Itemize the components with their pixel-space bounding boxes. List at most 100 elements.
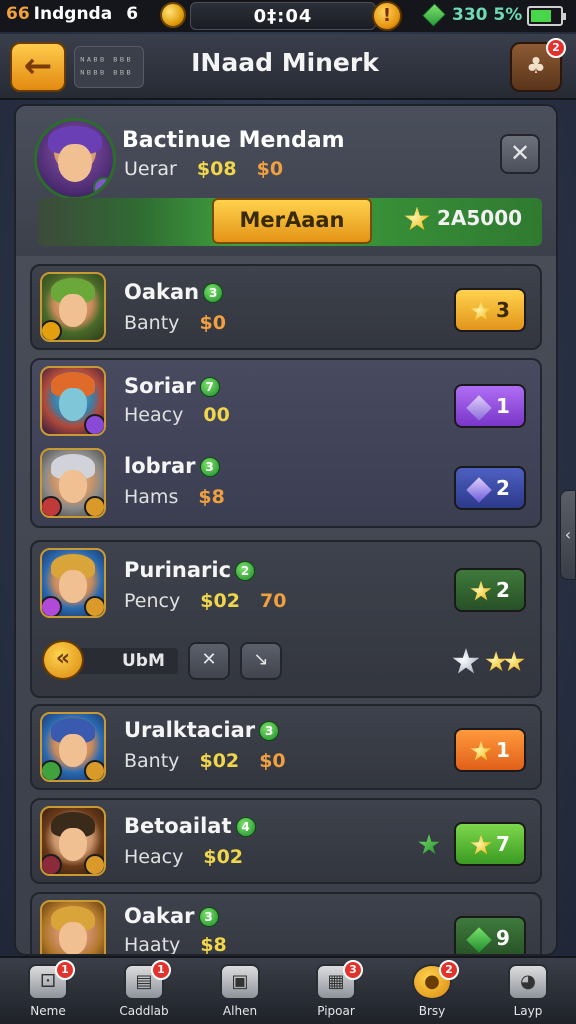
character-avatar — [40, 366, 106, 436]
close-button[interactable]: ✕ — [500, 134, 540, 174]
hero-card: Bactinue Mendam Uerar $08 $0 ✕ MerAaan 2… — [16, 106, 556, 256]
nav-label: Brsy — [418, 1004, 446, 1018]
character-name: Purinaric 2 — [124, 558, 256, 582]
rank-value: 9 — [496, 926, 510, 950]
rank-button[interactable]: 1 — [454, 384, 526, 428]
side-expand-handle[interactable]: ‹ — [560, 490, 576, 580]
character-avatar — [40, 806, 106, 876]
nav-badge: 1 — [151, 960, 171, 980]
gift-icon: ♣ — [526, 54, 546, 79]
rank-button[interactable]: 7 — [454, 822, 526, 866]
character-name: Oakar 3 — [124, 904, 219, 928]
nav-label: Caddlab — [119, 1004, 169, 1018]
battery-icon — [527, 6, 566, 26]
level-badge: 7 — [199, 377, 220, 397]
stat-value: 70 — [259, 590, 287, 612]
star-icon — [485, 651, 507, 672]
character-name-text: Oakar — [124, 904, 195, 928]
rank-button[interactable]: 1 — [454, 728, 526, 772]
gift-button[interactable]: ♣ 2 — [510, 38, 566, 92]
nav-item-layp[interactable]: ◕ Layp — [480, 958, 576, 1024]
back-button[interactable]: ← — [10, 42, 66, 92]
stat-label: Hams — [124, 486, 179, 508]
character-avatar — [40, 548, 106, 618]
list-item[interactable]: Oakar 3 Haaty $8 9 — [30, 892, 542, 956]
rank-value: 2 — [496, 578, 510, 602]
rank-button[interactable]: 2 — [454, 466, 526, 510]
character-avatar — [40, 448, 106, 518]
star-icon — [470, 300, 492, 321]
hero-score-value: 2A5000 — [436, 206, 523, 230]
character-name-text: Uralktaciar — [124, 718, 256, 742]
app-name: Indgnda — [33, 4, 113, 24]
stat-value-gold: $02 — [199, 750, 240, 772]
character-stats: Banty $0 — [124, 312, 226, 334]
character-stats: Hams $8 — [124, 486, 225, 508]
list-item[interactable]: Purinaric 2 Pency $02 70 2 UbM « ✕ ↘ — [30, 540, 542, 698]
character-name-text: Soriar — [124, 374, 196, 398]
gem-icon — [466, 476, 492, 503]
stat-value-gold: $02 — [203, 846, 244, 868]
action-strip: UbM « ✕ ↘ — [42, 640, 282, 680]
stat-value: $8 — [200, 934, 227, 956]
stat-value: $0 — [199, 312, 226, 334]
level-badge: 3 — [259, 721, 280, 741]
rank-button[interactable]: 3 — [454, 288, 526, 332]
silver-star-icon — [452, 648, 480, 674]
star-icon — [470, 834, 492, 855]
character-avatar — [40, 900, 106, 954]
hero-score: 2A5000 — [404, 206, 522, 233]
hero-stat-value-1: $08 — [196, 158, 237, 180]
stat-label: Heacy — [124, 846, 184, 868]
rank-button[interactable]: 2 — [454, 568, 526, 612]
pin-tool-button[interactable]: ↘ — [240, 642, 282, 680]
rank-value: 7 — [496, 832, 510, 856]
level-badge: 2 — [235, 561, 256, 581]
nav-label: Pipoar — [317, 1004, 355, 1018]
character-stats: Haaty $8 — [124, 934, 227, 956]
status-left: 66 Indgnda 6 — [6, 4, 138, 24]
rank-value: 1 — [496, 394, 510, 418]
star-icon — [470, 580, 492, 601]
level-badge: 3 — [198, 907, 219, 927]
list-item[interactable]: Betoailat 4 Heacy $02 7 — [30, 798, 542, 884]
primary-action-button[interactable]: MerAaan — [212, 198, 372, 244]
cross-tool-button[interactable]: ✕ — [188, 642, 230, 680]
nav-badge: 2 — [439, 960, 459, 980]
stat-label: Haaty — [124, 934, 181, 956]
hero-avatar[interactable] — [34, 118, 116, 200]
stat-value-gold: $02 — [200, 590, 240, 612]
alert-icon[interactable]: ! — [372, 1, 402, 31]
rank-value: 2 — [496, 476, 510, 500]
coin-icon — [160, 2, 186, 28]
stat-label: Banty — [124, 750, 180, 772]
status-tag: 66 — [6, 4, 30, 24]
nav-label: Layp — [513, 1004, 543, 1018]
status-bar: 66 Indgnda 6 0‡:04 ! 330 5% — [0, 0, 576, 32]
character-name-text: lobrar — [124, 454, 196, 478]
action-strip-bar: UbM — [78, 648, 178, 674]
nav-label: Neme — [30, 1004, 66, 1018]
nav-item-pipoar[interactable]: ▦ 3 Pipoar — [288, 958, 384, 1024]
green-star-icon — [418, 834, 440, 855]
list-item[interactable]: Oakan 3 Banty $0 3 — [30, 264, 542, 350]
gem-icon — [466, 394, 492, 421]
rank-button[interactable]: 9 — [454, 916, 526, 954]
battery-text: 330 5% — [452, 5, 523, 25]
nav-item-caddlab[interactable]: ▤ 1 Caddlab — [96, 958, 192, 1024]
box-icon: ▣ — [220, 964, 260, 1000]
nav-label: Alhen — [222, 1004, 258, 1018]
rewind-button[interactable]: « — [42, 640, 84, 680]
list-item[interactable]: Uralktaciar 3 Banty $02 $0 1 — [30, 704, 542, 790]
nav-item-neme[interactable]: ⚀ 1 Neme — [0, 958, 96, 1024]
character-name-text: Betoailat — [124, 814, 232, 838]
character-name: Uralktaciar 3 — [124, 718, 280, 742]
star-icon — [404, 206, 430, 231]
stat-value: $8 — [198, 486, 225, 508]
character-name-text: Purinaric — [124, 558, 232, 582]
nav-item-alhen[interactable]: ▣ Alhen — [192, 958, 288, 1024]
nav-item-brsy[interactable]: ● 2 Brsy — [384, 958, 480, 1024]
page-title: INaad Minerk — [191, 48, 379, 77]
time-display: 0‡:04 — [190, 2, 376, 30]
character-name: Soriar 7 — [124, 374, 220, 398]
